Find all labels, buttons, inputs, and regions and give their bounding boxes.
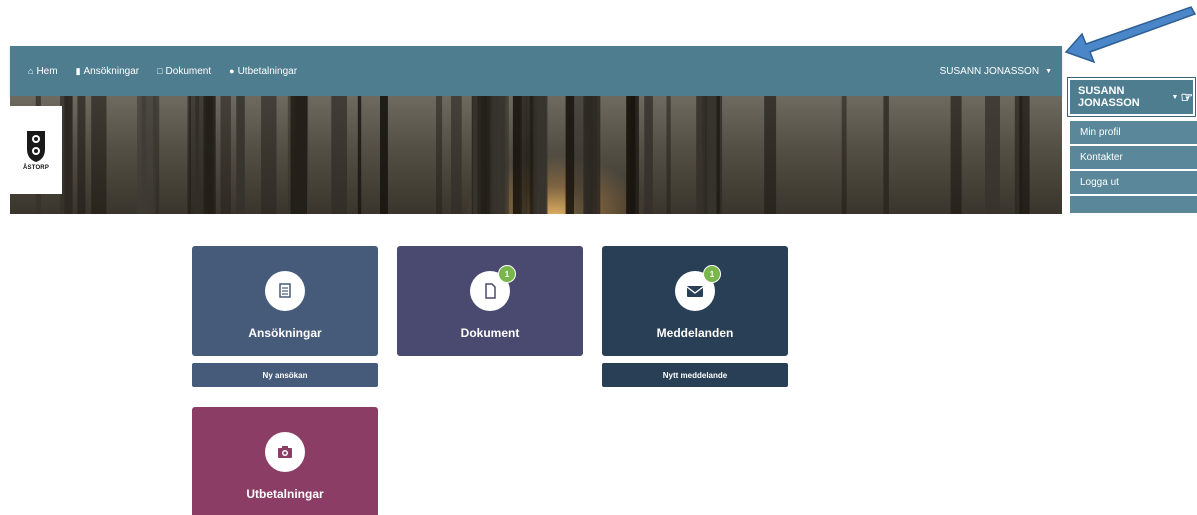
tree-trunk [583, 96, 601, 214]
tree-trunk [565, 96, 575, 214]
tree-trunk [473, 96, 478, 214]
tree-trunk [189, 96, 206, 214]
camera-icon [278, 446, 292, 458]
tree-trunk [290, 96, 307, 214]
tree-trunk [538, 96, 548, 214]
annotation-arrow-icon [1064, 6, 1197, 64]
tree-trunk [91, 96, 107, 214]
tile-label: Meddelanden [656, 326, 734, 340]
dropdown-header[interactable]: SUSANN JONASSON ▼ ☞ [1068, 78, 1195, 116]
tile-label: Ansökningar [248, 326, 322, 340]
document-icon: □ [157, 66, 163, 76]
tree-trunk [77, 96, 86, 214]
nav-item-dokument[interactable]: □ Dokument [157, 66, 211, 77]
hero-banner [10, 96, 1062, 214]
nav-item-ansokningar[interactable]: ▮ Ansökningar [76, 66, 140, 77]
tree-trunk [187, 96, 191, 214]
button-label: Nytt meddelande [662, 370, 728, 380]
tree-trunk [626, 96, 636, 214]
nav-item-hem[interactable]: ⌂ Hem [28, 66, 58, 77]
payment-icon: ● [229, 66, 235, 76]
tree-trunk [380, 96, 388, 214]
tile-icon-circle: 1 [470, 265, 516, 311]
tree-trunk [703, 96, 709, 214]
new-application-button[interactable]: Ny ansökan [192, 363, 378, 387]
tile-icon-circle [265, 432, 305, 472]
home-icon: ⌂ [28, 66, 34, 76]
menu-item-spacer [1070, 195, 1197, 213]
tree-trunk [883, 96, 889, 214]
tree-trunk [529, 96, 534, 214]
tree-trunk [666, 96, 671, 214]
notification-badge: 1 [498, 265, 516, 283]
tree-trunk [985, 96, 1000, 214]
menu-item-label: Kontakter [1080, 152, 1123, 163]
tree-trunk [520, 96, 527, 214]
caret-down-icon: ▼ [1171, 93, 1179, 101]
menu-item-label: Logga ut [1080, 177, 1119, 188]
button-label: Ny ansökan [262, 370, 308, 380]
tree-trunk [451, 96, 462, 214]
coat-of-arms-icon [27, 131, 45, 162]
application-icon: ▮ [75, 65, 81, 76]
nav-item-label: Dokument [165, 65, 212, 77]
tree-trunk [261, 96, 277, 214]
tile-dokument[interactable]: 1 Dokument [397, 246, 583, 356]
notification-badge: 1 [703, 265, 721, 283]
user-name: SUSANN JONASSON [939, 65, 1040, 77]
tile-meddelanden[interactable]: 1 Meddelanden [602, 246, 788, 356]
menu-item-kontakter[interactable]: Kontakter [1070, 145, 1197, 169]
menu-item-min-profil[interactable]: Min profil [1070, 120, 1197, 144]
user-dropdown-menu: SUSANN JONASSON ▼ ☞ Min profil Kontakter… [1068, 78, 1197, 213]
tree-trunk [236, 96, 245, 214]
tree-trunk [203, 96, 216, 214]
nav-item-label: Hem [36, 65, 58, 77]
tree-trunk [141, 96, 156, 214]
tile-utbetalningar[interactable]: Utbetalningar [192, 407, 378, 515]
tile-label: Dokument [460, 326, 520, 340]
cursor-hand-icon: ☞ [1180, 88, 1193, 105]
user-menu-toggle[interactable]: SUSANN JONASSON ▼ [940, 46, 1052, 96]
tile-ansokningar[interactable]: Ansökningar [192, 246, 378, 356]
tree-trunk [436, 96, 443, 214]
envelope-icon [686, 286, 704, 297]
municipality-logo: ÅSTORP [10, 106, 62, 194]
nav-item-label: Ansökningar [83, 65, 140, 77]
tile-icon-circle [265, 271, 305, 311]
caret-down-icon: ▼ [1045, 67, 1052, 75]
tree-trunk [357, 96, 362, 214]
tile-icon-circle: 1 [675, 265, 721, 311]
top-navbar: ⌂ Hem ▮ Ansökningar □ Dokument ● Utbetal… [10, 46, 1062, 96]
tree-trunk [841, 96, 847, 214]
nav-item-label: Utbetalningar [237, 65, 298, 77]
tree-trunk [1019, 96, 1030, 214]
new-message-button[interactable]: Nytt meddelande [602, 363, 788, 387]
logo-text: ÅSTORP [22, 165, 50, 171]
forest-image [35, 96, 1030, 214]
nav-item-utbetalningar[interactable]: ● Utbetalningar [229, 66, 297, 77]
tree-trunk [331, 96, 347, 214]
tile-label: Utbetalningar [246, 487, 324, 501]
tree-trunk [764, 96, 777, 214]
tree-trunk [950, 96, 962, 214]
application-icon [279, 283, 291, 298]
dropdown-user-name: SUSANN JONASSON [1078, 85, 1140, 109]
menu-item-logga-ut[interactable]: Logga ut [1070, 170, 1197, 194]
menu-item-label: Min profil [1080, 127, 1121, 138]
tree-trunk [220, 96, 231, 214]
tree-trunk [64, 96, 73, 214]
tree-trunk [489, 96, 501, 214]
tree-trunk [644, 96, 653, 214]
document-icon [485, 283, 496, 299]
